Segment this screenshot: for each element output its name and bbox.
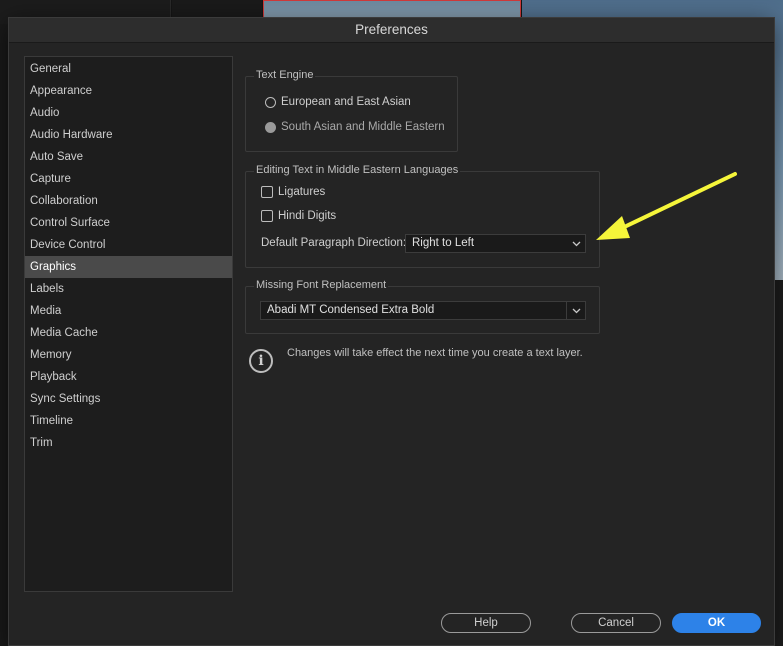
chevron-down-icon <box>567 235 585 252</box>
missing-font-select[interactable]: Abadi MT Condensed Extra Bold <box>260 301 586 320</box>
help-button[interactable]: Help <box>441 613 531 633</box>
sidebar-item-audio[interactable]: Audio <box>25 102 232 124</box>
hindi-digits-checkbox-row[interactable]: Hindi Digits <box>261 210 336 222</box>
sidebar-item-media-cache[interactable]: Media Cache <box>25 322 232 344</box>
sidebar-item-control-surface[interactable]: Control Surface <box>25 212 232 234</box>
sidebar-item-media[interactable]: Media <box>25 300 232 322</box>
radio-label: European and East Asian <box>281 96 411 108</box>
chevron-down-icon <box>566 302 585 319</box>
sidebar-item-general[interactable]: General <box>25 58 232 80</box>
radio-south-asian-middle-eastern[interactable]: South Asian and Middle Eastern <box>265 121 445 133</box>
sidebar-item-trim[interactable]: Trim <box>25 432 232 454</box>
cancel-button[interactable]: Cancel <box>571 613 661 633</box>
sidebar-item-capture[interactable]: Capture <box>25 168 232 190</box>
paragraph-direction-select[interactable]: Right to Left <box>405 234 586 253</box>
paragraph-direction-label: Default Paragraph Direction: <box>261 237 407 249</box>
missing-font-value: Abadi MT Condensed Extra Bold <box>267 304 435 316</box>
sidebar-item-auto-save[interactable]: Auto Save <box>25 146 232 168</box>
hindi-digits-checkbox[interactable] <box>261 210 273 222</box>
sidebar-item-collaboration[interactable]: Collaboration <box>25 190 232 212</box>
missing-font-label: Missing Font Replacement <box>254 279 389 291</box>
radio-button-selected[interactable] <box>265 121 276 133</box>
sidebar-item-sync-settings[interactable]: Sync Settings <box>25 388 232 410</box>
sidebar-item-audio-hardware[interactable]: Audio Hardware <box>25 124 232 146</box>
sidebar-item-memory[interactable]: Memory <box>25 344 232 366</box>
info-message: Changes will take effect the next time y… <box>287 347 583 359</box>
sidebar-item-playback[interactable]: Playback <box>25 366 232 388</box>
sidebar-item-timeline[interactable]: Timeline <box>25 410 232 432</box>
radio-label: South Asian and Middle Eastern <box>281 121 445 133</box>
radio-button[interactable] <box>265 96 276 108</box>
missing-font-group: Missing Font Replacement Abadi MT Conden… <box>245 279 600 334</box>
ok-button[interactable]: OK <box>672 613 761 633</box>
preferences-dialog: Preferences General Appearance Audio Aud… <box>8 17 775 646</box>
middle-eastern-group: Editing Text in Middle Eastern Languages… <box>245 164 600 268</box>
info-icon: i <box>249 349 273 373</box>
dialog-title: Preferences <box>9 18 774 43</box>
sidebar-item-labels[interactable]: Labels <box>25 278 232 300</box>
ligatures-checkbox-row[interactable]: Ligatures <box>261 186 325 198</box>
paragraph-direction-value: Right to Left <box>412 237 475 249</box>
background-panel-right <box>774 280 783 646</box>
text-engine-label: Text Engine <box>254 69 316 81</box>
hindi-digits-label: Hindi Digits <box>278 210 337 222</box>
ligatures-checkbox[interactable] <box>261 186 273 198</box>
sidebar-item-appearance[interactable]: Appearance <box>25 80 232 102</box>
background-panel-left <box>0 20 8 646</box>
radio-european-east-asian[interactable]: European and East Asian <box>265 96 411 108</box>
preferences-sidebar: General Appearance Audio Audio Hardware … <box>24 56 233 592</box>
text-engine-group: Text Engine European and East Asian Sout… <box>245 69 458 152</box>
ligatures-label: Ligatures <box>278 186 326 198</box>
middle-eastern-label: Editing Text in Middle Eastern Languages <box>254 164 461 176</box>
sidebar-item-graphics[interactable]: Graphics <box>25 256 232 278</box>
sidebar-item-device-control[interactable]: Device Control <box>25 234 232 256</box>
